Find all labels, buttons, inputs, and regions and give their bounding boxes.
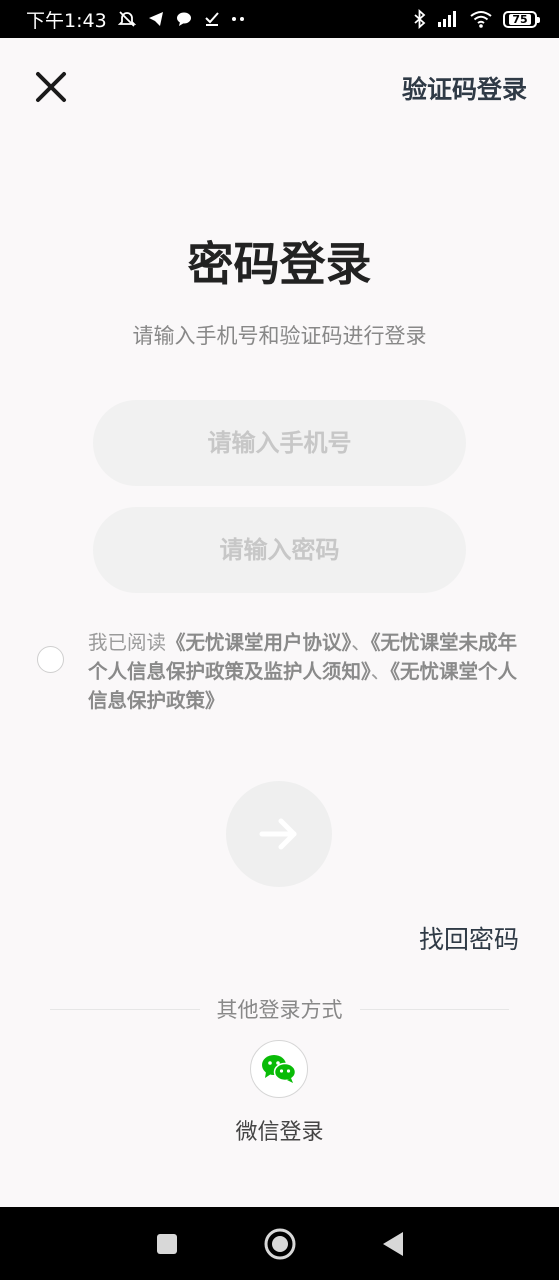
forgot-password-link[interactable]: 找回密码: [419, 920, 519, 956]
phone-input[interactable]: [93, 400, 466, 486]
telegram-icon: [147, 10, 165, 28]
alarm-off-icon: [117, 9, 137, 29]
home-button[interactable]: [260, 1224, 300, 1264]
agreement-text: 我已阅读《无忧课堂用户协议》、《无忧课堂未成年个人信息保护政策及监护人须知》、《…: [88, 628, 518, 715]
page-title: 密码登录: [187, 237, 372, 291]
status-bar: 下午1:43 75: [0, 0, 559, 38]
page-subtitle: 请输入手机号和验证码进行登录: [132, 324, 427, 348]
sms-code-login-link[interactable]: 验证码登录: [402, 70, 527, 106]
battery-icon: 75: [503, 10, 540, 28]
agreement-separator: 、: [370, 660, 391, 683]
status-time: 下午1:43: [26, 9, 107, 32]
agreement-separator: 、: [351, 631, 371, 654]
recents-button[interactable]: [147, 1224, 187, 1264]
close-button[interactable]: [30, 66, 72, 108]
login-submit-button[interactable]: [226, 781, 332, 887]
agreement-checkbox[interactable]: [37, 646, 64, 673]
square-icon: [156, 1233, 177, 1254]
other-login-divider: 其他登录方式: [50, 995, 509, 1023]
user-agreement-link[interactable]: 《无忧课堂用户协议》: [166, 631, 351, 654]
arrow-right-icon: [259, 818, 297, 850]
wechat-login-label[interactable]: 微信登录: [0, 1114, 559, 1146]
home-circle-icon: [264, 1228, 295, 1259]
status-bar-left: 下午1:43: [26, 6, 247, 33]
wifi-icon: [469, 10, 493, 28]
wechat-login-button[interactable]: [250, 1040, 308, 1098]
battery-level: 75: [509, 13, 531, 25]
status-bar-right: 75: [413, 9, 540, 29]
back-button[interactable]: [373, 1224, 413, 1264]
agreement-prefix: 我已阅读: [88, 631, 167, 654]
wechat-icon: [262, 1055, 297, 1083]
bluetooth-icon: [413, 9, 427, 29]
signal-icon: [437, 10, 459, 28]
divider-line: [50, 1008, 200, 1010]
system-navigation-bar: [0, 1207, 559, 1280]
back-triangle-icon: [382, 1231, 403, 1256]
chat-bubble-icon: [175, 10, 193, 28]
password-input[interactable]: [93, 507, 466, 593]
download-done-icon: [203, 10, 221, 28]
more-notifications-icon: [231, 16, 247, 22]
login-screen: 下午1:43 75 验证码登录 密码登录 请输入手机号和验证码进行登录 请输入手…: [0, 0, 559, 1280]
divider-line: [359, 1008, 509, 1010]
close-icon: [36, 72, 66, 102]
other-login-label: 其他登录方式: [216, 998, 343, 1022]
